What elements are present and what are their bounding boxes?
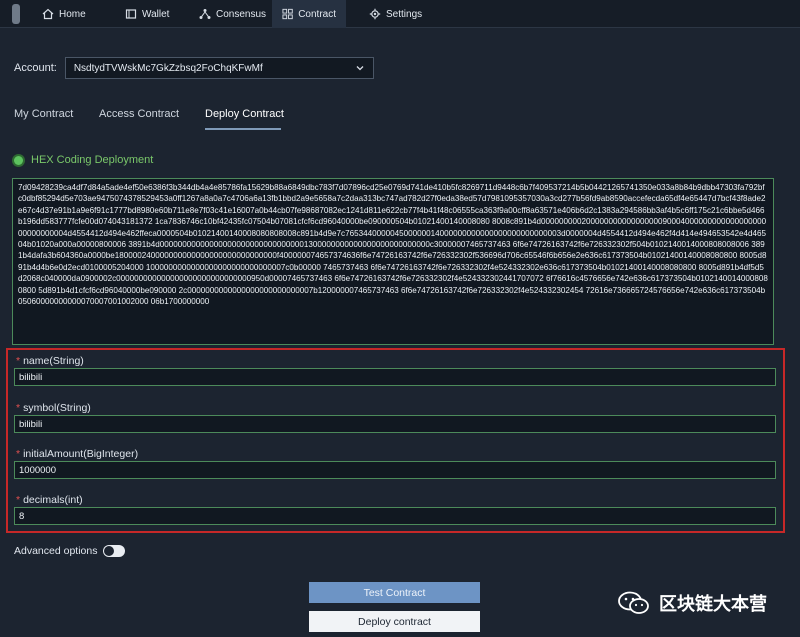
required-mark: * <box>16 355 21 367</box>
watermark-text: 区块链大本营 <box>659 594 767 615</box>
deploy-contract-button[interactable]: Deploy contract <box>309 611 480 632</box>
param-label-initial-amount: * initialAmount(BigInteger) <box>16 448 138 460</box>
nav-item-label: Wallet <box>142 8 170 20</box>
contract-icon <box>282 8 293 20</box>
account-row: Account: NsdtydTVWskMc7GkZzbsq2FoChqKFwM… <box>14 57 374 79</box>
consensus-icon <box>199 9 211 19</box>
hex-code-input[interactable]: 7d09428239ca4df7d84a5ade4ef50e6386f3b344… <box>12 178 774 345</box>
deploy-mode[interactable]: HEX Coding Deployment <box>14 154 153 166</box>
nav-item-consensus[interactable]: Consensus <box>189 0 276 28</box>
account-value: NsdtydTVWskMc7GkZzbsq2FoChqKFwMf <box>73 62 263 74</box>
nav-item-contract[interactable]: Contract <box>272 0 346 28</box>
nav-item-label: Consensus <box>216 8 267 20</box>
home-icon <box>42 8 54 20</box>
nav-item-label: Home <box>59 8 86 20</box>
param-label-text: initialAmount(BigInteger) <box>23 448 139 460</box>
param-label-name: * name(String) <box>16 355 84 367</box>
param-label-symbol: * symbol(String) <box>16 402 91 414</box>
param-input-symbol[interactable]: bilibili <box>14 415 776 433</box>
param-label-decimals: * decimals(int) <box>16 494 83 506</box>
param-input-name[interactable]: bilibili <box>14 368 776 386</box>
nav-item-settings[interactable]: Settings <box>359 0 432 28</box>
param-input-initial-amount[interactable]: 1000000 <box>14 461 776 479</box>
watermark: 区块链大本营 <box>617 590 767 616</box>
deploy-mode-label: HEX Coding Deployment <box>31 154 154 166</box>
wechat-icon <box>618 591 649 614</box>
gear-icon <box>369 8 381 20</box>
active-tab-indicator <box>205 128 281 130</box>
tab-my-contract[interactable]: My Contract <box>14 108 73 120</box>
toggle-knob <box>104 546 115 556</box>
param-label-text: decimals(int) <box>23 494 83 506</box>
nav-item-label: Contract <box>298 8 336 20</box>
account-select[interactable]: NsdtydTVWskMc7GkZzbsq2FoChqKFwMf <box>64 57 374 79</box>
required-mark: * <box>16 402 21 414</box>
required-mark: * <box>16 494 21 506</box>
nav-item-wallet[interactable]: Wallet <box>115 0 179 28</box>
constructor-params-panel: * name(String) bilibili * symbol(String) b… <box>6 348 785 533</box>
param-label-text: name(String) <box>23 355 84 367</box>
advanced-options: Advanced options <box>14 545 126 557</box>
tab-deploy-contract[interactable]: Deploy Contract <box>205 108 284 120</box>
chevron-down-icon <box>356 66 364 71</box>
required-mark: * <box>16 448 21 460</box>
radio-selected-icon[interactable] <box>14 155 23 165</box>
advanced-options-label: Advanced options <box>14 545 98 557</box>
advanced-options-toggle[interactable] <box>103 545 126 557</box>
top-navigation: Home Wallet Consensus Contract Settings <box>0 0 800 28</box>
nav-item-home[interactable]: Home <box>32 0 96 28</box>
wallet-icon <box>125 9 137 19</box>
param-label-text: symbol(String) <box>23 402 91 414</box>
app-logo <box>12 4 20 24</box>
nav-item-label: Settings <box>386 8 423 20</box>
tab-access-contract[interactable]: Access Contract <box>99 108 179 120</box>
param-input-decimals[interactable]: 8 <box>14 507 776 525</box>
account-label: Account: <box>14 62 57 74</box>
test-contract-button[interactable]: Test Contract <box>309 582 480 603</box>
